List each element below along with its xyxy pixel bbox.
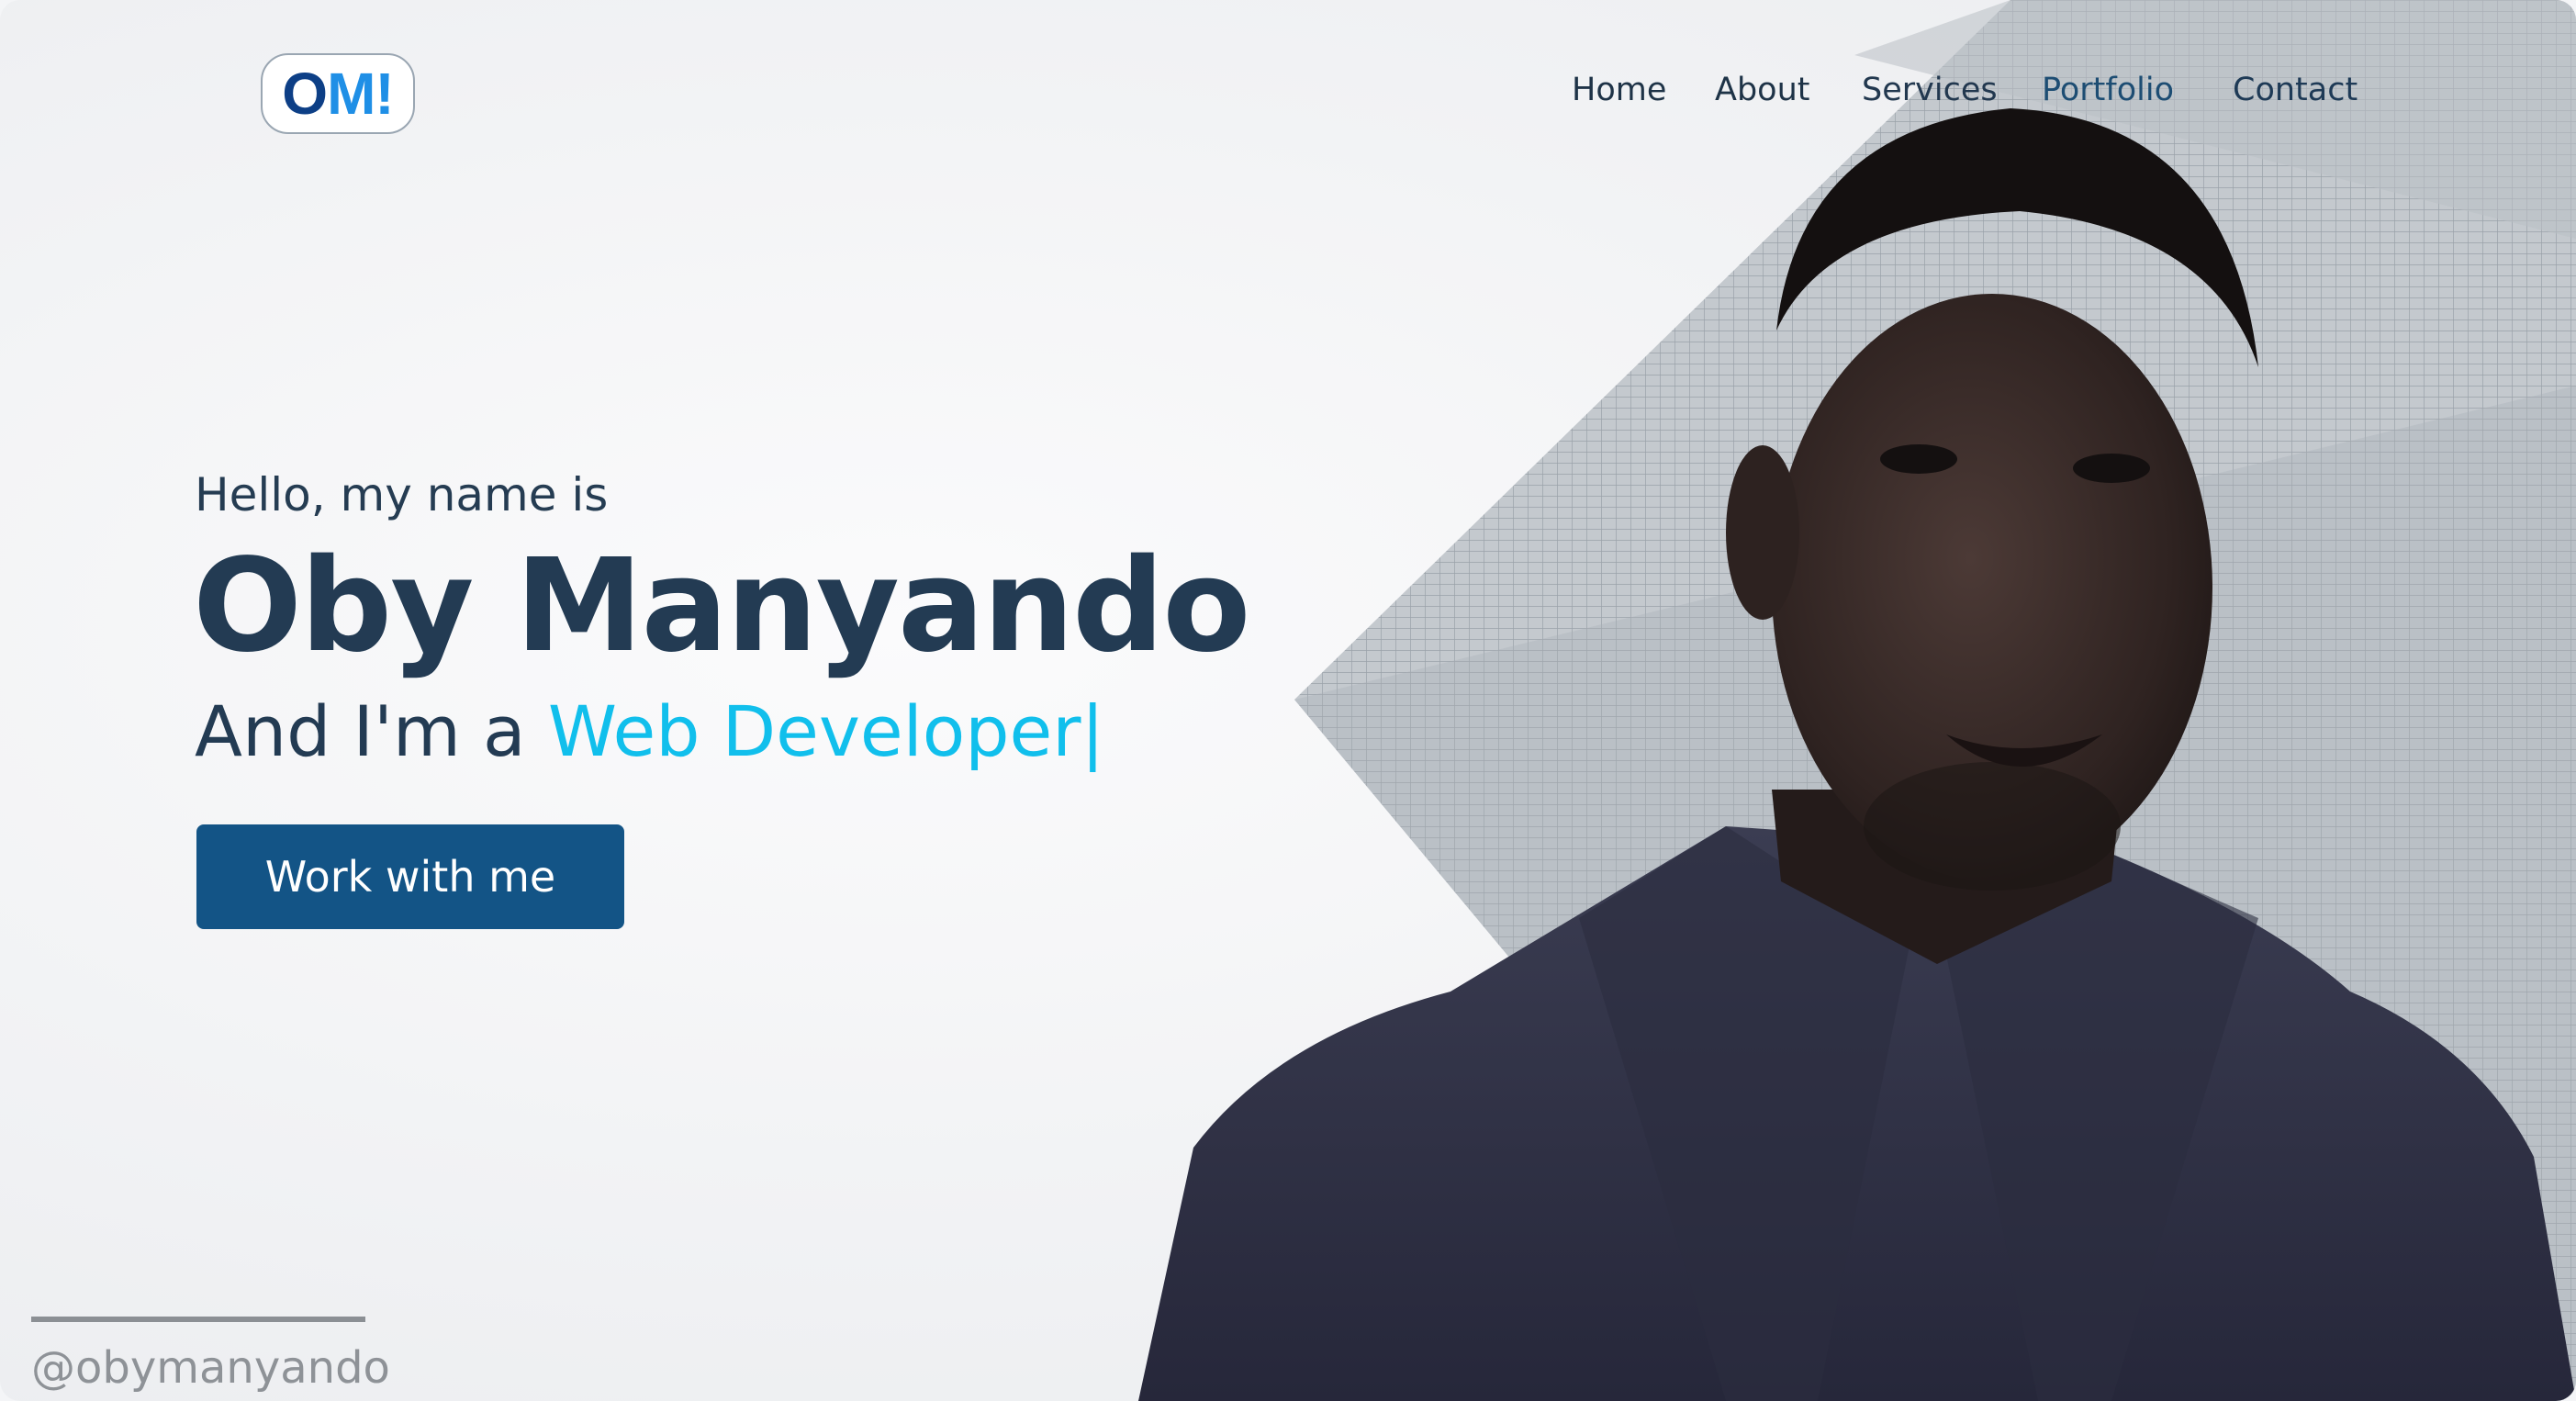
handle-divider xyxy=(31,1317,365,1322)
landing-page: O M! Home About Services Portfolio Contac… xyxy=(0,0,2576,1401)
nav-item-about[interactable]: About xyxy=(1715,72,1809,108)
work-with-me-button[interactable]: Work with me xyxy=(196,824,624,929)
hero-role-line: And I'm a Web Developer| xyxy=(195,690,1104,772)
social-handle-link[interactable]: @obymanyando xyxy=(31,1342,390,1394)
hero-greeting: Hello, my name is xyxy=(195,468,609,521)
nav-item-home[interactable]: Home xyxy=(1572,72,1666,108)
nav-item-contact[interactable]: Contact xyxy=(2233,72,2358,108)
hero-role: Web Developer xyxy=(547,690,1081,772)
nav-item-services[interactable]: Services xyxy=(1862,72,1998,108)
site-logo[interactable]: O M! xyxy=(261,53,415,134)
typing-caret: | xyxy=(1081,690,1105,772)
nav-item-portfolio[interactable]: Portfolio xyxy=(2042,72,2174,108)
logo-letters-m: M! xyxy=(327,61,395,127)
hero-role-prefix: And I'm a xyxy=(195,690,526,772)
hero-name: Oby Manyando xyxy=(193,532,1250,681)
logo-letter-o: O xyxy=(282,61,328,127)
